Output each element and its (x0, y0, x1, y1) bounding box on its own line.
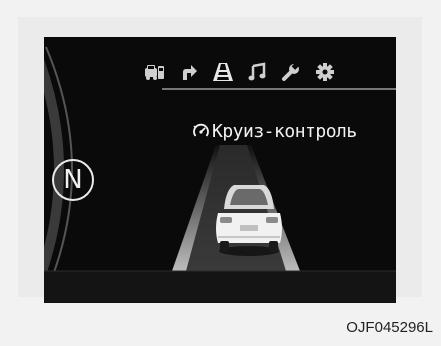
menu-underline (162, 88, 396, 90)
cluster-display: Круиз-контроль N (44, 37, 396, 303)
mode-title-text: Круиз-контроль (212, 121, 357, 142)
gear-indicator-label: N (63, 165, 83, 195)
music-note-icon (246, 61, 268, 83)
wrench-icon (280, 61, 302, 83)
gear-indicator: N (52, 159, 94, 201)
lane-road-icon (212, 61, 234, 83)
settings-gear-icon (314, 61, 336, 83)
fuel-car-icon (144, 61, 166, 83)
cruise-control-icon (192, 122, 210, 145)
menu-icon-bar (144, 57, 336, 87)
figure-code: OJF045296L (346, 319, 433, 336)
mode-title: Круиз-контроль (192, 121, 357, 145)
turn-arrow-icon (178, 61, 200, 83)
